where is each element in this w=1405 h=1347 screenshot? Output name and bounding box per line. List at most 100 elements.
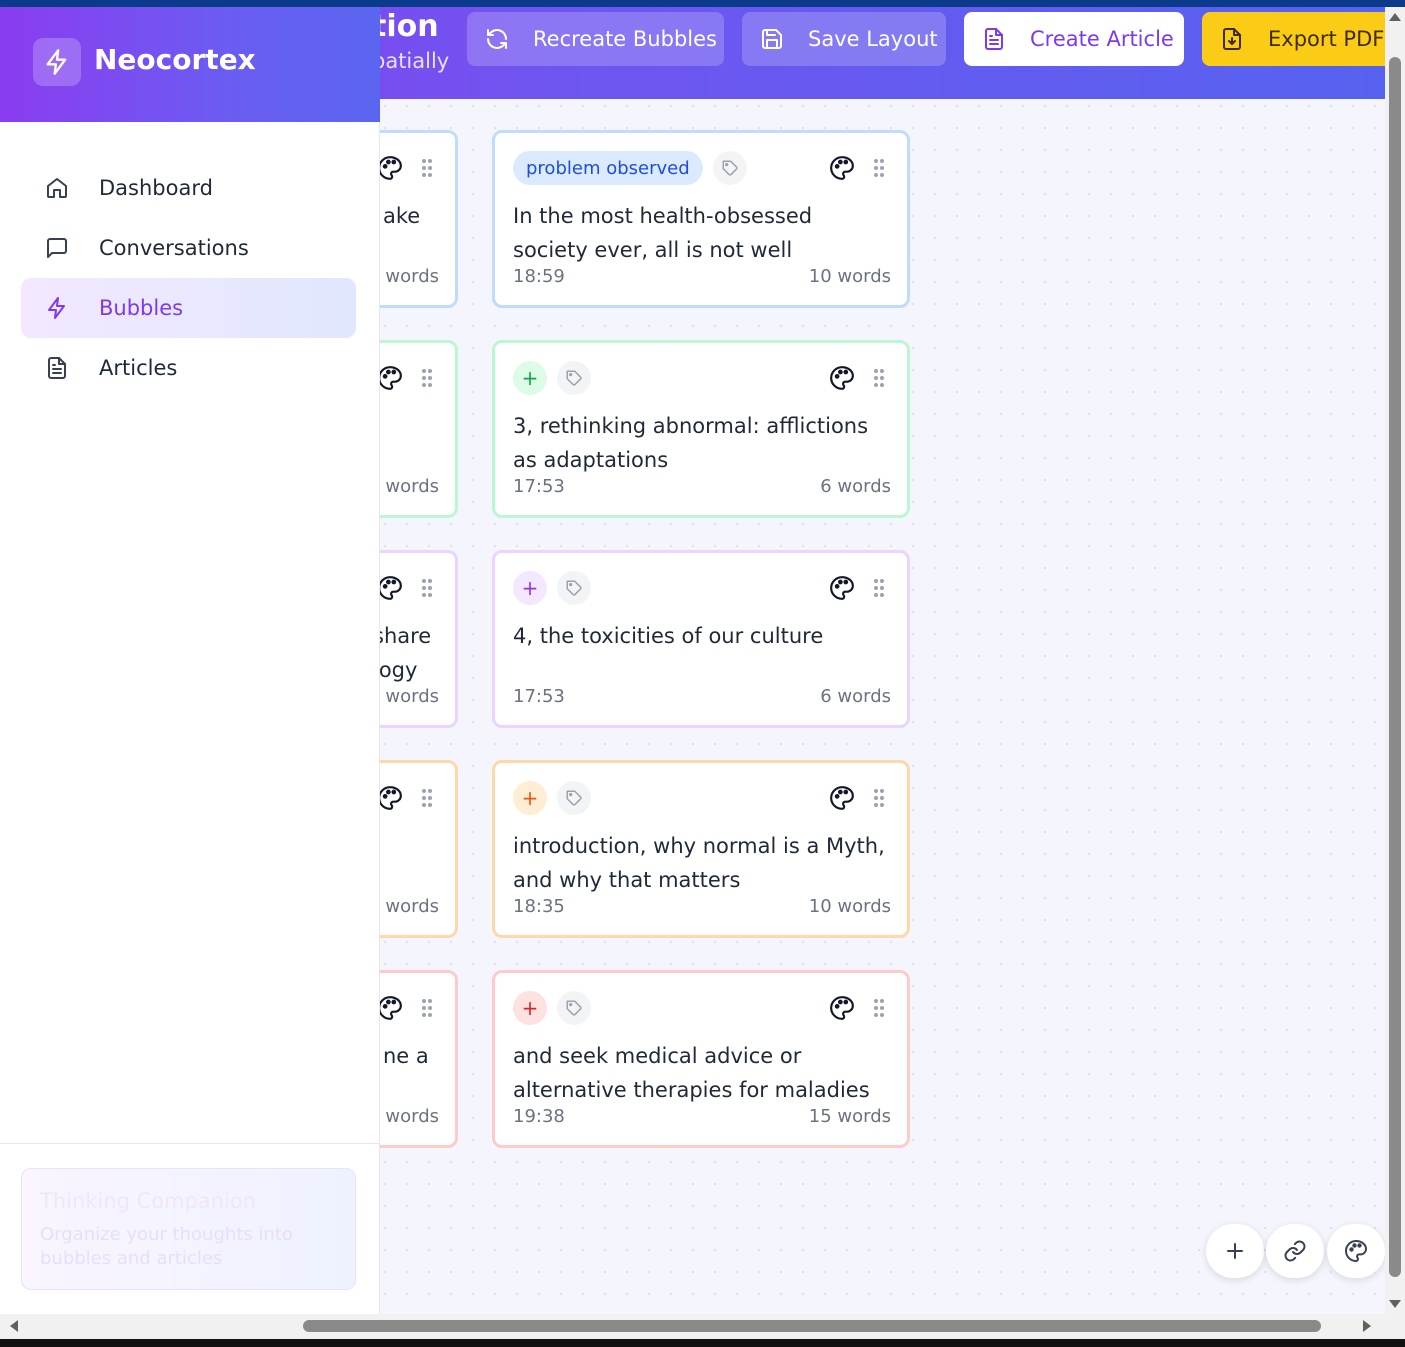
drag-handle-icon[interactable] (421, 787, 433, 809)
tag-icon (566, 370, 582, 386)
bubble-card[interactable]: problem observed In the most health-obse… (492, 130, 910, 308)
bubble-tag-row: + (513, 991, 591, 1025)
tag-icon (566, 580, 582, 596)
drag-handle-icon[interactable] (873, 997, 885, 1019)
drag-handle-icon[interactable] (421, 157, 433, 179)
sidebar-item-bubbles[interactable]: Bubbles (21, 278, 356, 338)
drag-handle-icon[interactable] (421, 367, 433, 389)
bubble-time: 19:38 (513, 1106, 565, 1127)
thinking-companion-card: Thinking Companion Organize your thought… (21, 1168, 356, 1290)
recreate-bubbles-label: Recreate Bubbles (533, 27, 717, 51)
bubble-text[interactable]: and seek medical advice or alternative t… (513, 1039, 893, 1107)
vertical-scroll-thumb[interactable] (1389, 57, 1401, 1277)
add-bubble-button[interactable] (1206, 1224, 1264, 1278)
add-tag-button[interactable] (557, 991, 591, 1025)
drag-handle-icon[interactable] (873, 787, 885, 809)
export-pdf-label: Export PDF (1268, 27, 1385, 51)
bubble-text[interactable]: introduction, why normal is a Myth, and … (513, 829, 893, 897)
link-icon (1284, 1240, 1306, 1262)
tag-icon (566, 1000, 582, 1016)
bubble-text[interactable]: 3, rethinking abnormal: afflictions as a… (513, 409, 893, 477)
bubble-word-count: 6 words (820, 686, 891, 707)
add-tag-button[interactable] (557, 571, 591, 605)
page-title: tion (372, 9, 439, 44)
bubble-tag-row: + (513, 361, 591, 395)
palette-icon[interactable] (377, 575, 403, 601)
file-download-icon (1223, 28, 1241, 50)
add-tag-plus-button[interactable]: + (513, 781, 547, 815)
drag-handle-icon[interactable] (421, 997, 433, 1019)
drag-handle-icon[interactable] (421, 577, 433, 599)
scrollbar-corner (1385, 1314, 1405, 1339)
export-pdf-button[interactable]: Export PDF (1202, 12, 1385, 66)
bubble-text[interactable]: In the most health-obsessed society ever… (513, 199, 893, 267)
drag-handle-icon[interactable] (873, 367, 885, 389)
refresh-icon (487, 29, 507, 49)
companion-text: Organize your thoughts into bubbles and … (40, 1224, 293, 1269)
bubble-card[interactable]: + 4, the toxicities of our culture 17:53… (492, 550, 910, 728)
drag-handle-icon[interactable] (873, 157, 885, 179)
palette-icon[interactable] (377, 995, 403, 1021)
theme-palette-button[interactable] (1327, 1224, 1385, 1278)
horizontal-scrollbar[interactable] (0, 1314, 1385, 1339)
bubble-tag-row: + (513, 571, 591, 605)
window-top-bar (0, 0, 1405, 7)
create-article-button[interactable]: Create Article (964, 12, 1184, 66)
sidebar-item-articles[interactable]: Articles (21, 338, 356, 398)
tag-icon (566, 790, 582, 806)
bubble-word-count: 10 words (808, 896, 891, 917)
add-tag-plus-button[interactable]: + (513, 571, 547, 605)
file-text-icon (985, 28, 1003, 50)
save-layout-label: Save Layout (808, 27, 938, 51)
sidebar-item-label: Conversations (99, 236, 249, 260)
palette-icon[interactable] (829, 365, 855, 391)
bubble-time: 17:53 (513, 686, 565, 707)
sidebar-item-conversations[interactable]: Conversations (21, 218, 356, 278)
bubble-card[interactable]: + introduction, why normal is a Myth, an… (492, 760, 910, 938)
add-tag-button[interactable] (557, 781, 591, 815)
add-tag-plus-button[interactable]: + (513, 991, 547, 1025)
save-icon (762, 29, 782, 49)
add-tag-button[interactable] (712, 151, 747, 185)
message-square-icon (47, 238, 67, 258)
bubble-tag[interactable]: problem observed (513, 151, 703, 185)
bubble-word-count: 10 words (808, 266, 891, 287)
window-bottom-bar (0, 1339, 1405, 1347)
home-icon (47, 178, 67, 198)
bubble-word-count: 6 words (820, 476, 891, 497)
scroll-right-arrow[interactable] (1363, 1320, 1371, 1332)
palette-icon[interactable] (377, 155, 403, 181)
zap-icon (46, 49, 67, 75)
recreate-bubbles-button[interactable]: Recreate Bubbles (467, 12, 724, 66)
palette-icon[interactable] (829, 785, 855, 811)
sidebar-nav: Dashboard Conversations Bubbles Articles (21, 158, 356, 398)
drag-handle-icon[interactable] (873, 577, 885, 599)
file-text-icon (48, 357, 66, 379)
bubble-card[interactable]: + 3, rethinking abnormal: afflictions as… (492, 340, 910, 518)
scroll-left-arrow[interactable] (10, 1320, 18, 1332)
palette-icon[interactable] (829, 995, 855, 1021)
sidebar-item-label: Dashboard (99, 176, 213, 200)
link-bubbles-button[interactable] (1266, 1224, 1324, 1278)
bubble-time: 18:59 (513, 266, 565, 287)
sidebar: Neocortex Dashboard Conversations Bubble… (0, 7, 380, 1314)
palette-icon[interactable] (377, 785, 403, 811)
palette-icon[interactable] (377, 365, 403, 391)
palette-icon[interactable] (829, 575, 855, 601)
scroll-down-arrow[interactable] (1389, 1300, 1401, 1308)
palette-icon[interactable] (829, 155, 855, 181)
horizontal-scroll-thumb[interactable] (303, 1320, 1321, 1332)
scroll-up-arrow[interactable] (1389, 13, 1401, 21)
logo[interactable] (33, 38, 81, 86)
vertical-scrollbar[interactable] (1385, 7, 1405, 1314)
save-layout-button[interactable]: Save Layout (742, 12, 946, 66)
sidebar-item-dashboard[interactable]: Dashboard (21, 158, 356, 218)
bubble-card[interactable]: + and seek medical advice or alternative… (492, 970, 910, 1148)
add-tag-plus-button[interactable]: + (513, 361, 547, 395)
add-tag-button[interactable] (557, 361, 591, 395)
bubble-time: 17:53 (513, 476, 565, 497)
bubble-tag-row: + (513, 781, 591, 815)
bubble-text[interactable]: 4, the toxicities of our culture (513, 619, 893, 653)
sidebar-item-label: Bubbles (99, 296, 184, 320)
palette-icon (1345, 1239, 1368, 1263)
